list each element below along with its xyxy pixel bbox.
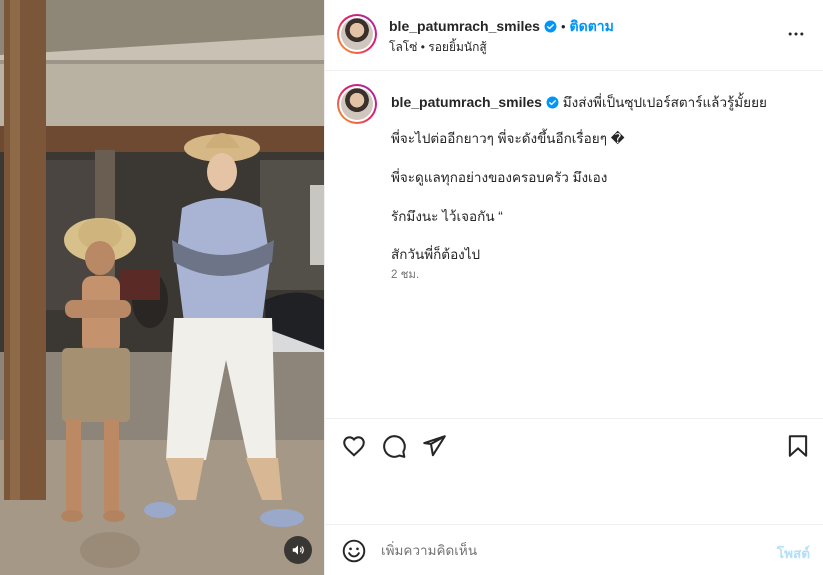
caption-line: พี่จะดูแลทุกอย่างของครอบครัว มึงเอง	[391, 170, 608, 185]
caption-first-line: ble_patumrach_smiles มึงส่งพี่เป็นซุปเปอ…	[391, 91, 767, 113]
post-timestamp[interactable]: 2 ชม.	[391, 266, 419, 284]
emoji-icon[interactable]	[341, 538, 367, 564]
follow-button[interactable]: ติดตาม	[570, 18, 614, 34]
speaker-icon	[292, 545, 304, 555]
share-icon[interactable]	[421, 433, 447, 459]
avatar[interactable]	[337, 14, 377, 54]
caption-text: มึงส่งพี่เป็นซุปเปอร์สตาร์แล้วรู้มั้ยยย	[562, 95, 767, 110]
caption-username[interactable]: ble_patumrach_smiles	[391, 94, 542, 110]
verified-badge-icon	[546, 96, 559, 109]
post-media[interactable]	[0, 0, 324, 575]
comment-bar: โพสต์	[325, 524, 823, 575]
header-username[interactable]: ble_patumrach_smiles	[389, 18, 540, 34]
separator-dot: •	[560, 19, 566, 34]
comment-icon[interactable]	[381, 433, 407, 459]
action-bar	[325, 418, 823, 524]
post-details-panel: ble_patumrach_smiles • ติดตาม โลโซ่ • รอยย…	[324, 0, 823, 575]
caption-line: สักวันพี่ก็ต้องไป	[391, 247, 481, 262]
post-header: ble_patumrach_smiles • ติดตาม โลโซ่ • รอยย…	[325, 0, 823, 71]
caption-line: พี่จะไปต่ออีกยาวๆ พี่จะดังขึ้นอีกเรื่อยๆ…	[391, 131, 625, 146]
more-options-icon[interactable]	[786, 24, 806, 44]
caption-line: รักมึงนะ ไว้เจอกัน “	[391, 209, 503, 224]
verified-badge-icon	[544, 20, 557, 33]
heart-icon[interactable]	[341, 433, 367, 459]
post-photo	[0, 0, 324, 575]
sound-toggle-button[interactable]	[284, 536, 312, 564]
header-subline[interactable]: โลโซ่ • รอยยิ้มนักสู้	[389, 38, 487, 57]
post-comment-button[interactable]: โพสต์	[777, 542, 810, 564]
caption-avatar[interactable]	[337, 84, 377, 124]
bookmark-icon[interactable]	[785, 433, 811, 459]
comment-input[interactable]	[381, 539, 761, 561]
